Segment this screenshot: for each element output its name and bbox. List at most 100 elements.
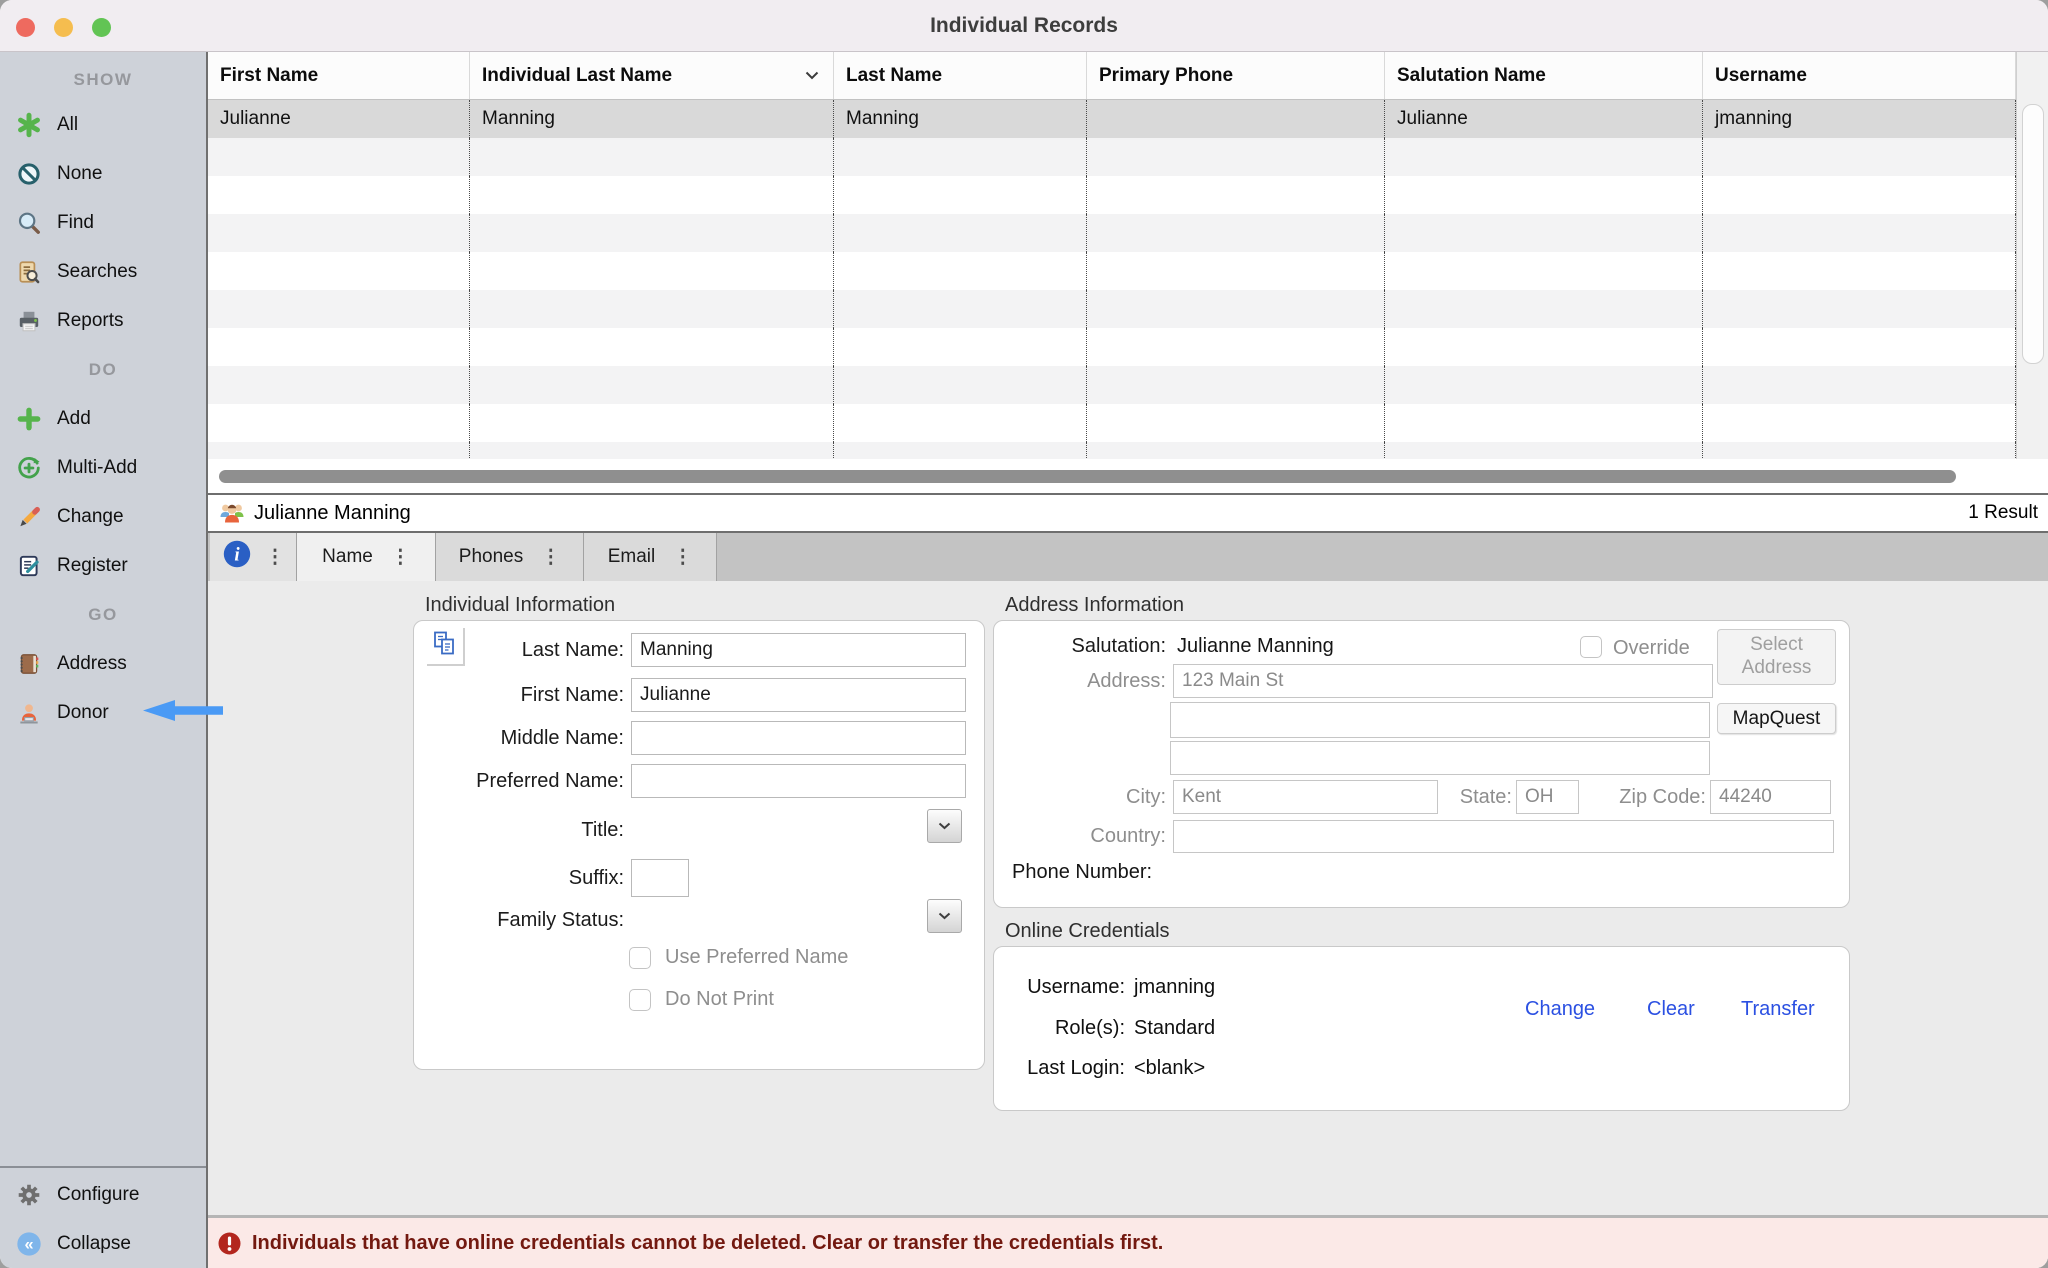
sidebar-item-multi-add[interactable]: Multi-Add [0,443,206,492]
column-header-salutation-name[interactable]: Salutation Name [1385,52,1703,99]
city-field[interactable] [1173,780,1438,814]
tab-label: Phones [459,546,523,568]
all-icon [14,110,44,140]
tab-menu-dots-icon[interactable]: ⋮ [541,546,560,569]
address-line1-field[interactable] [1173,664,1713,698]
column-header-username[interactable]: Username [1703,52,2016,99]
salutation-label: Salutation: [994,635,1173,658]
change-icon [14,502,44,532]
column-header-individual-last-name[interactable]: Individual Last Name [470,52,834,99]
use-preferred-name-row: Use Preferred Name [629,946,848,969]
sidebar-item-configure[interactable]: Configure [0,1170,206,1219]
first-name-field[interactable] [631,678,966,712]
sidebar-item-label: Address [57,653,127,675]
sidebar-item-label: Configure [57,1184,139,1206]
table-empty-row[interactable] [208,366,2016,404]
title-dropdown[interactable] [927,809,962,843]
sidebar-item-change[interactable]: Change [0,492,206,541]
tab-menu-dots-icon[interactable]: ⋮ [391,546,410,569]
sidebar-item-add[interactable]: Add [0,394,206,443]
column-header-primary-phone[interactable]: Primary Phone [1087,52,1385,99]
tab-strip: i ⋮ Name ⋮ Phones ⋮ Email ⋮ [208,533,2048,581]
column-header-first-name[interactable]: First Name [208,52,470,99]
use-preferred-name-checkbox[interactable] [629,947,651,969]
sidebar-item-label: Add [57,408,91,430]
sidebar-item-all[interactable]: All [0,100,206,149]
family-status-dropdown[interactable] [927,899,962,933]
transfer-credentials-link[interactable]: Transfer [1741,998,1815,1021]
override-label: Override [1613,637,1690,660]
column-header-last-name[interactable]: Last Name [834,52,1087,99]
country-field[interactable] [1173,820,1834,853]
tab-label: Email [608,546,656,568]
sidebar-item-label: Change [57,506,124,528]
sidebar-item-label: Donor [57,702,109,724]
address-line3-field[interactable] [1170,741,1710,775]
table-empty-row[interactable] [208,252,2016,290]
table-empty-row[interactable] [208,290,2016,328]
donor-icon [14,698,44,728]
sidebar-section-go: GO [0,590,206,639]
table-empty-row[interactable] [208,138,2016,176]
suffix-field[interactable] [631,859,689,897]
sidebar-item-none[interactable]: None [0,149,206,198]
last-name-field[interactable] [631,633,966,667]
zip-code-label: Zip Code: [1594,786,1706,809]
use-preferred-name-label: Use Preferred Name [665,946,848,969]
sidebar-item-label: Searches [57,261,137,283]
app-window: Individual Records SHOW All None Find Se… [0,0,2048,1268]
table-empty-row[interactable] [208,442,2016,459]
table-empty-row[interactable] [208,404,2016,442]
state-field[interactable] [1516,780,1579,814]
clear-credentials-link[interactable]: Clear [1647,998,1695,1021]
tab-email[interactable]: Email ⋮ [584,533,717,581]
find-icon [14,208,44,238]
tab-info[interactable]: i ⋮ [210,533,297,581]
select-address-button[interactable]: Select Address [1717,629,1836,685]
table-empty-row[interactable] [208,214,2016,252]
username-label: Username: [994,976,1125,999]
sidebar-item-collapse[interactable]: « Collapse [0,1219,206,1268]
online-credentials-panel: Username: jmanning Role(s): Standard Las… [993,946,1850,1111]
zip-code-field[interactable] [1710,780,1831,814]
sidebar-item-searches[interactable]: Searches [0,247,206,296]
online-credentials-title: Online Credentials [1005,920,1170,943]
family-status-label: Family Status: [414,909,631,932]
vertical-scrollbar-thumb[interactable] [2022,104,2044,364]
sidebar-item-label: Find [57,212,94,234]
main-area: First Name Individual Last Name Last Nam… [208,52,2048,1268]
sidebar-item-address[interactable]: Address [0,639,206,688]
tab-menu-dots-icon[interactable]: ⋮ [673,546,692,569]
tab-menu-dots-icon[interactable]: ⋮ [266,546,285,569]
horizontal-scrollbar-thumb[interactable] [219,470,1956,483]
people-icon [218,499,246,527]
sidebar-item-find[interactable]: Find [0,198,206,247]
do-not-print-label: Do Not Print [665,988,774,1011]
change-credentials-link[interactable]: Change [1525,998,1595,1021]
table-row-selected[interactable]: Julianne Manning Manning Julianne jmanni… [208,100,2016,138]
sidebar: SHOW All None Find Searches Reports [0,52,208,1268]
address-label: Address: [994,670,1173,693]
tab-phones[interactable]: Phones ⋮ [436,533,584,581]
individual-information-title: Individual Information [425,594,615,617]
table-empty-row[interactable] [208,328,2016,366]
state-label: State: [1440,786,1512,809]
sidebar-item-reports[interactable]: Reports [0,296,206,345]
middle-name-field[interactable] [631,721,966,755]
searches-icon [14,257,44,287]
sidebar-item-register[interactable]: Register [0,541,206,590]
table-empty-row[interactable] [208,176,2016,214]
svg-text:i: i [234,545,240,566]
record-name: Julianne Manning [254,502,411,525]
horizontal-scrollbar[interactable] [208,459,2048,493]
content-area: Individual Information Last Name: First … [208,581,2048,1215]
address-information-title: Address Information [1005,594,1184,617]
override-checkbox[interactable] [1580,636,1602,658]
tab-name[interactable]: Name ⋮ [297,533,436,581]
preferred-name-field[interactable] [631,764,966,798]
do-not-print-checkbox[interactable] [629,989,651,1011]
mapquest-button[interactable]: MapQuest [1717,703,1836,734]
sort-chevron-down-icon[interactable] [805,71,819,80]
address-line2-field[interactable] [1170,702,1710,738]
vertical-scrollbar[interactable] [2016,52,2048,459]
